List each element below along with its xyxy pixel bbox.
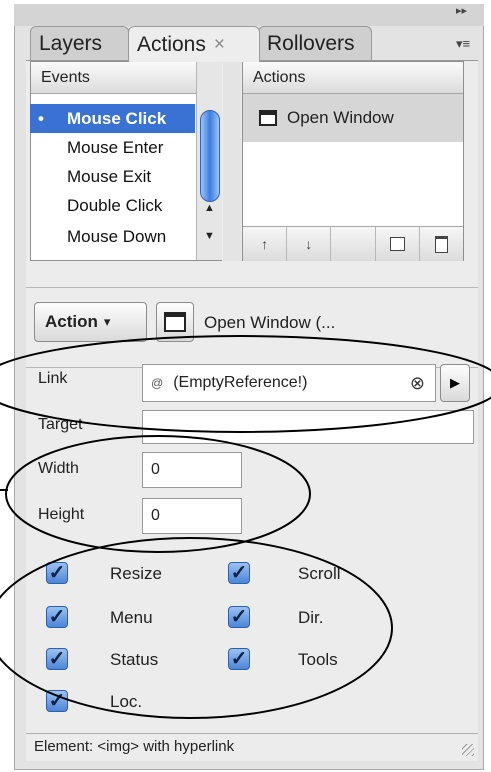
annotation-ellipse-link xyxy=(0,335,491,433)
annotation-ellipse-options xyxy=(0,537,393,719)
tab-actions[interactable]: Actions × xyxy=(128,26,260,62)
close-tab-icon[interactable]: × xyxy=(214,34,225,56)
annotation-ellipse-size xyxy=(5,435,311,553)
annotation-overlay xyxy=(0,335,491,719)
tab-actions-label: Actions xyxy=(137,32,206,56)
